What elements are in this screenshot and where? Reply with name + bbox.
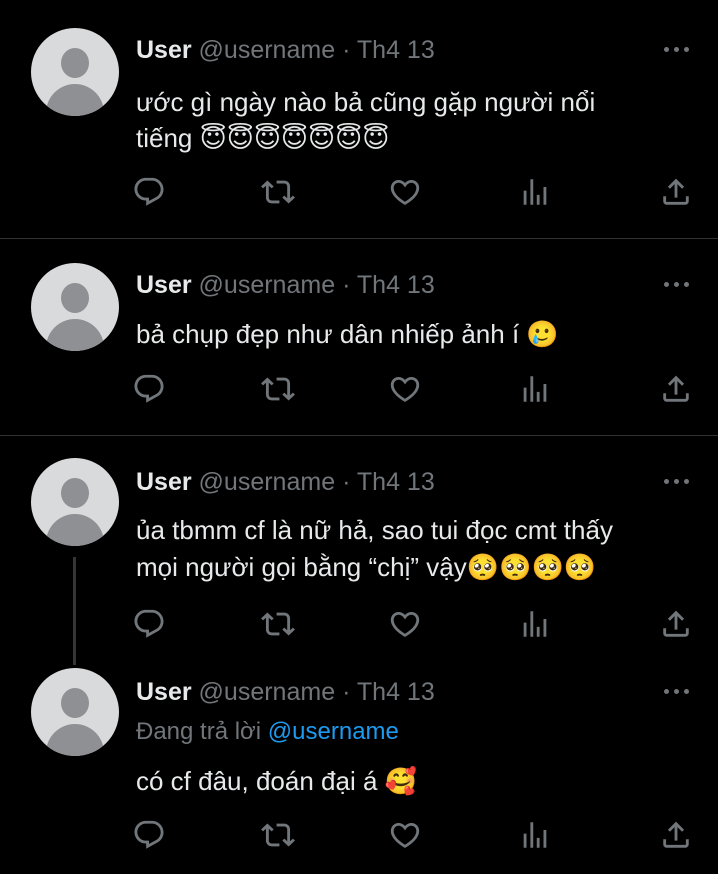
views-icon[interactable] [518,818,552,852]
separator-dot: · [342,468,351,496]
tweet-text-line-1: ước gì ngày nào bả cũng gặp người nổi [136,87,596,117]
share-icon[interactable] [659,818,693,852]
more-icon[interactable] [664,279,690,289]
tweet-date[interactable]: Th4 13 [357,271,435,299]
separator-dot: · [342,36,351,64]
share-icon[interactable] [659,175,693,209]
tweet-header: User @username · Th4 13 [136,677,435,707]
tweet-2[interactable]: User @username · Th4 13 bả chụp đẹp như … [0,239,718,435]
tweet-date[interactable]: Th4 13 [357,468,435,496]
reply-icon[interactable] [132,818,166,852]
tweet-1[interactable]: User @username · Th4 13 ước gì ngày nào … [0,0,718,238]
retweet-icon[interactable] [261,372,295,406]
display-name[interactable]: User [136,468,192,496]
reply-icon[interactable] [132,372,166,406]
reply-icon[interactable] [132,607,166,641]
retweet-icon[interactable] [261,175,295,209]
more-icon[interactable] [664,686,690,696]
tweet-text-line-2: tiếng 😇😇😇😇😇😇😇 [136,123,390,153]
tweet-actions [0,175,718,211]
tweet-4-reply[interactable]: User @username · Th4 13 Đang trả lời @us… [0,664,718,874]
reply-icon[interactable] [132,175,166,209]
tweet-text-line-2: mọi người gọi bằng “chị” vậy🥺🥺🥺🥺 [136,552,597,582]
user-handle[interactable]: @username [199,271,336,299]
tweet-header: User @username · Th4 13 [136,467,435,497]
display-name[interactable]: User [136,678,192,706]
avatar[interactable] [31,668,119,756]
more-icon[interactable] [664,476,690,486]
heart-icon[interactable] [388,175,422,209]
user-handle[interactable]: @username [199,468,336,496]
views-icon[interactable] [518,175,552,209]
user-handle[interactable]: @username [199,36,336,64]
tweet-3[interactable]: User @username · Th4 13 ủa tbmm cf là nữ… [0,436,718,664]
tweet-date[interactable]: Th4 13 [357,36,435,64]
tweet-actions [0,372,718,408]
retweet-icon[interactable] [261,607,295,641]
replying-to: Đang trả lời @username [136,717,399,747]
avatar[interactable] [31,263,119,351]
replying-to-label: Đang trả lời [136,718,262,745]
tweet-header: User @username · Th4 13 [136,35,435,65]
replying-to-mention[interactable]: @username [268,718,399,745]
user-handle[interactable]: @username [199,678,336,706]
avatar[interactable] [31,28,119,116]
retweet-icon[interactable] [261,818,295,852]
more-icon[interactable] [664,44,690,54]
avatar[interactable] [31,458,119,546]
tweet-text-line-1: bả chụp đẹp như dân nhiếp ảnh í 🥲 [136,319,559,349]
tweet-text-line-1: có cf đâu, đoán đại á 🥰 [136,766,417,796]
display-name[interactable]: User [136,271,192,299]
tweet-actions [0,607,718,643]
heart-icon[interactable] [388,818,422,852]
tweet-actions [0,818,718,854]
heart-icon[interactable] [388,607,422,641]
share-icon[interactable] [659,607,693,641]
share-icon[interactable] [659,372,693,406]
tweet-text-line-1: ủa tbmm cf là nữ hả, sao tui đọc cmt thấ… [136,515,613,545]
separator-dot: · [342,678,351,706]
views-icon[interactable] [518,372,552,406]
views-icon[interactable] [518,607,552,641]
tweet-date[interactable]: Th4 13 [357,678,435,706]
display-name[interactable]: User [136,36,192,64]
heart-icon[interactable] [388,372,422,406]
separator-dot: · [342,271,351,299]
tweet-header: User @username · Th4 13 [136,270,435,300]
